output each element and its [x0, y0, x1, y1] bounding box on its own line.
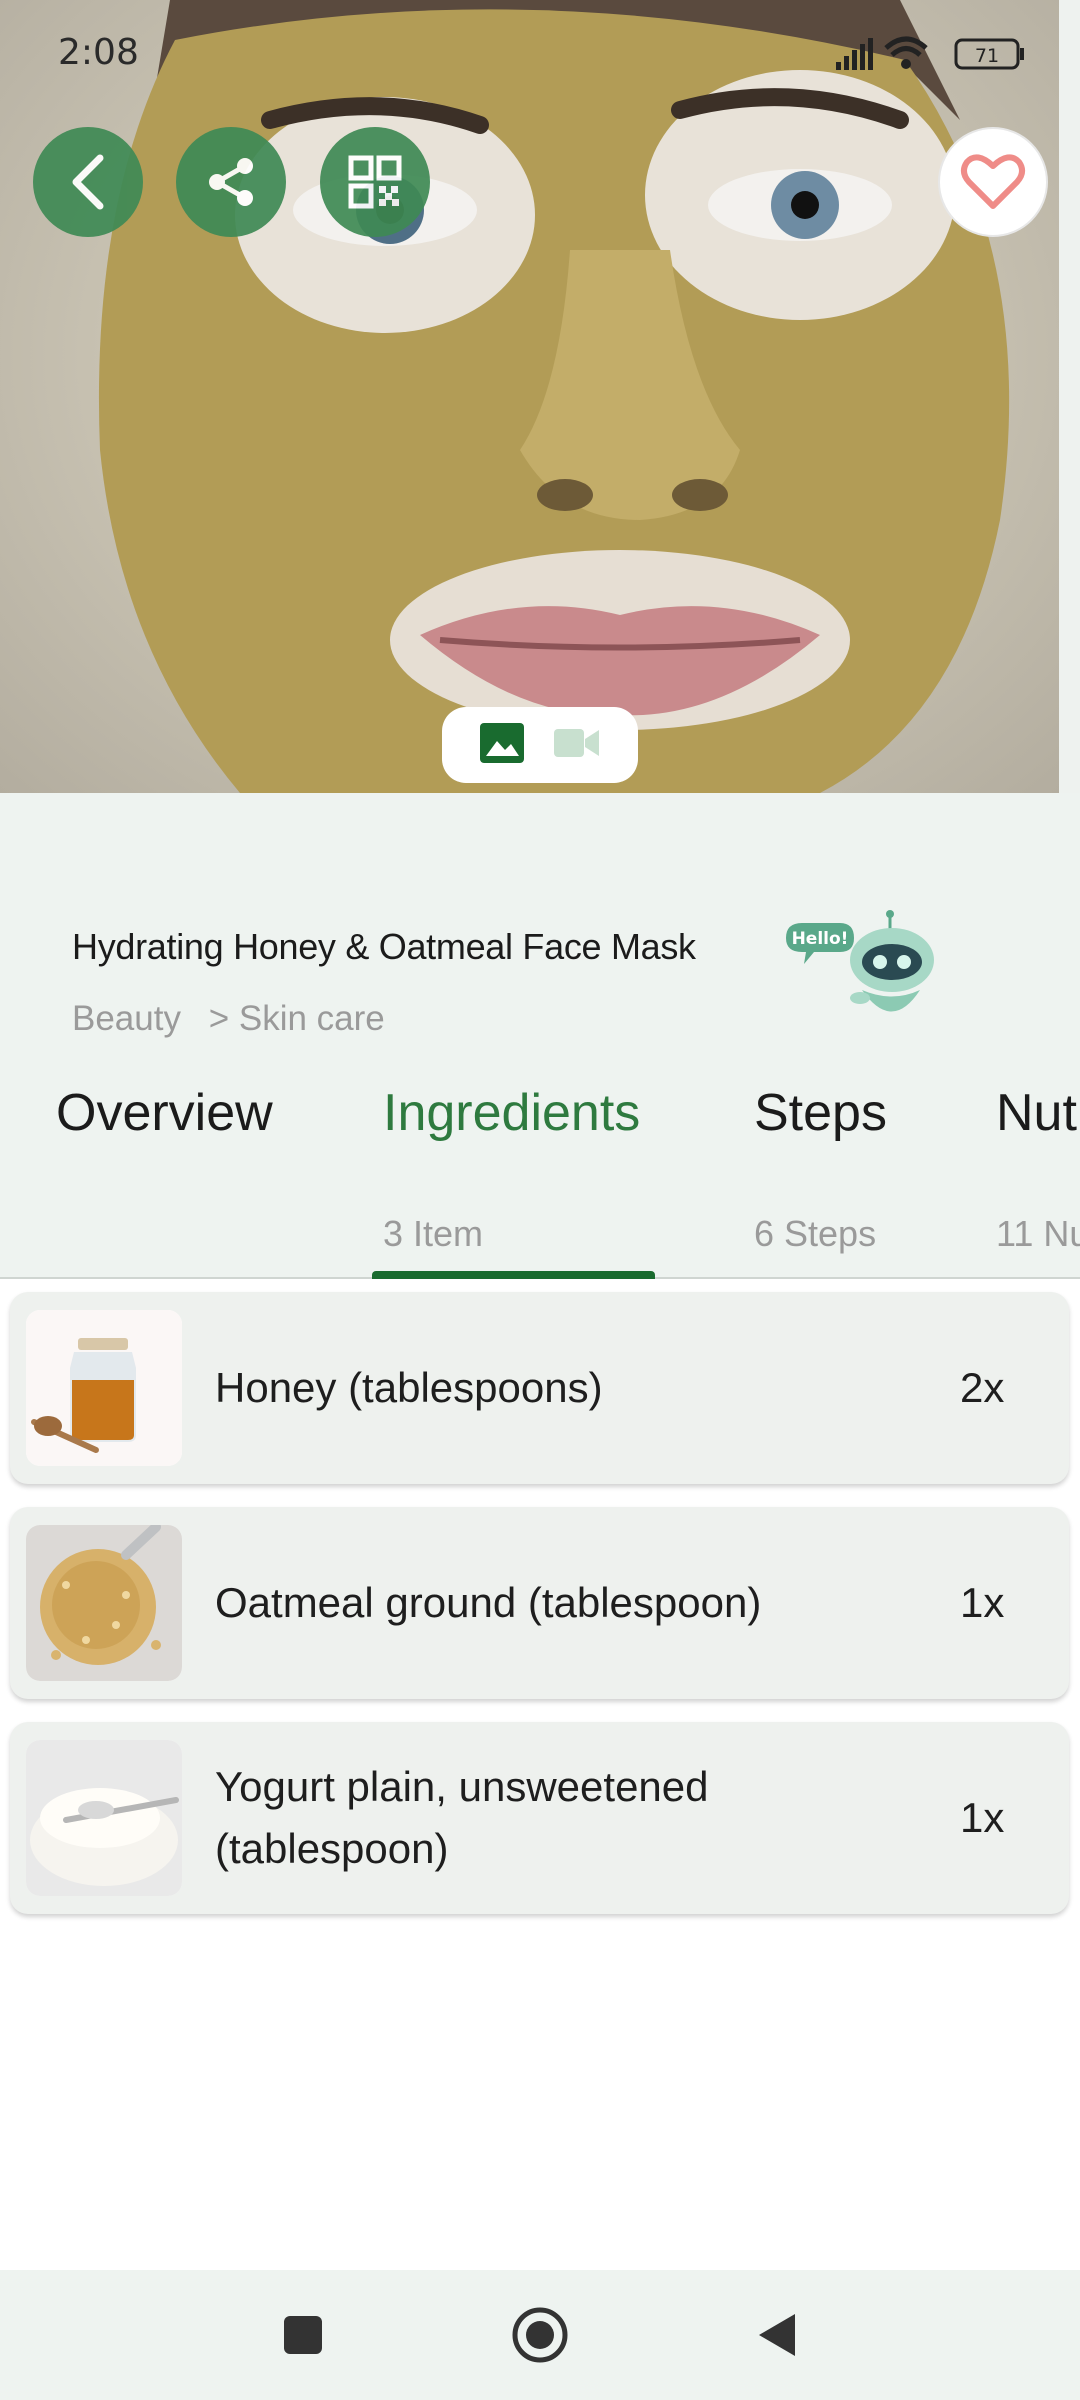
system-nav-bar — [0, 2270, 1080, 2400]
ingredient-row[interactable]: Honey (tablespoons) 2x — [10, 1292, 1069, 1484]
robot-assistant-icon[interactable]: Hello! — [780, 908, 940, 1033]
image-icon[interactable] — [480, 723, 524, 767]
triangle-back-icon — [759, 2314, 795, 2356]
tab-nutrition-count: 11 Nu — [996, 1213, 1080, 1254]
ingredient-name: Yogurt plain, unsweetened (tablespoon) — [215, 1763, 709, 1872]
recents-button[interactable] — [268, 2300, 338, 2370]
media-toggle[interactable] — [442, 707, 638, 783]
recipe-title: Hydrating Honey & Oatmeal Face Mask — [72, 926, 696, 967]
active-tab-indicator — [372, 1271, 655, 1279]
breadcrumb-subcategory[interactable]: > Skin care — [209, 999, 385, 1038]
tab-ingredients-count: 3 Item — [383, 1213, 484, 1254]
qr-code-button[interactable] — [320, 127, 430, 237]
ingredient-name: Honey (tablespoons) — [215, 1364, 603, 1411]
share-button[interactable] — [176, 127, 286, 237]
battery-icon: 71 — [954, 38, 1024, 70]
status-bar: 2:08 71 — [0, 0, 1080, 110]
wifi-icon — [884, 36, 928, 69]
hero-image[interactable] — [0, 0, 1059, 793]
home-circle-icon — [512, 2307, 568, 2363]
honey-thumbnail — [26, 1310, 182, 1466]
status-icons: 71 — [836, 36, 1024, 70]
qr-code-icon — [348, 155, 402, 209]
breadcrumb: Beauty > Skin care — [72, 999, 403, 1039]
oatmeal-thumbnail — [26, 1525, 182, 1681]
share-icon — [209, 158, 253, 206]
ingredient-quantity: 2x — [960, 1364, 1005, 1411]
tab-steps-count: 6 Steps — [754, 1213, 877, 1254]
square-icon — [284, 2316, 322, 2354]
favorite-button[interactable] — [938, 127, 1048, 237]
back-nav-button[interactable] — [742, 2300, 812, 2370]
tab-nutrition[interactable]: Nut 11 Nu — [996, 1083, 1080, 1278]
ingredient-name: Oatmeal ground (tablespoon) — [215, 1579, 762, 1626]
breadcrumb-category[interactable]: Beauty — [72, 999, 181, 1038]
recipe-detail-screen: 2:08 71 Hydrating Honey & Oatmeal Face M… — [0, 0, 1080, 2400]
video-icon[interactable] — [554, 727, 600, 763]
home-button[interactable] — [505, 2300, 575, 2370]
ingredient-quantity: 1x — [960, 1794, 1005, 1841]
back-button[interactable] — [33, 127, 143, 237]
ingredient-quantity: 1x — [960, 1579, 1005, 1626]
mascot-greeting: Hello! — [792, 929, 849, 949]
ingredient-row[interactable]: Yogurt plain, unsweetened (tablespoon) 1… — [10, 1722, 1069, 1914]
status-time: 2:08 — [58, 32, 139, 73]
ingredient-row[interactable]: Oatmeal ground (tablespoon) 1x — [10, 1507, 1069, 1699]
chevron-left-icon — [72, 154, 104, 210]
tab-ingredients-label: Ingredients — [383, 1084, 641, 1142]
face-mask-photo — [98, 0, 1010, 793]
heart-icon — [961, 154, 1025, 209]
tab-overview-label: Overview — [56, 1084, 273, 1142]
yogurt-thumbnail — [26, 1740, 182, 1896]
battery-level: 71 — [975, 45, 999, 67]
signal-icon — [836, 38, 873, 70]
tab-nutrition-label: Nut — [996, 1084, 1077, 1142]
tab-bar: Overview Ingredients 3 Item Steps 6 Step… — [0, 1083, 1080, 1278]
hero-edge — [1059, 0, 1080, 793]
tab-steps-label: Steps — [754, 1084, 887, 1142]
